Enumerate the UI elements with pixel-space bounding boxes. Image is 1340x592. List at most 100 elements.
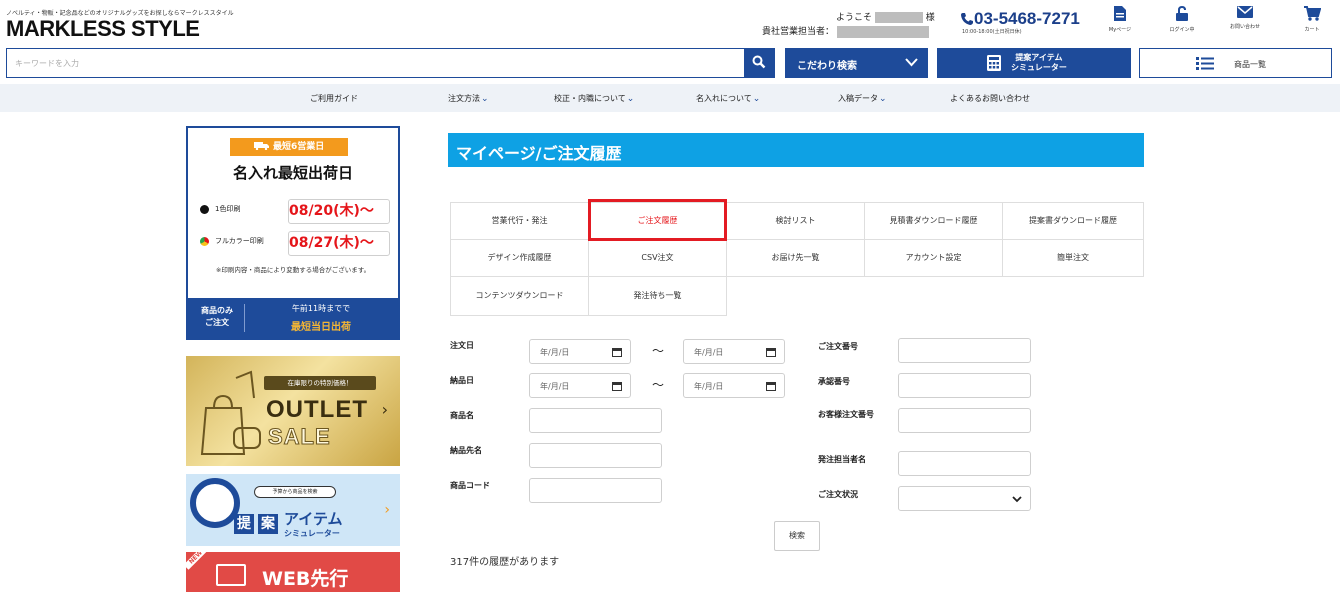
tab-label: 見積書ダウンロード履歴 (889, 216, 978, 225)
tab-label: お届け先一覧 (771, 253, 820, 262)
range-tilde: 〜 (652, 378, 665, 392)
product-list-button[interactable]: 商品一覧 (1139, 48, 1332, 78)
teian-simulator-text: シミュレーター (284, 529, 340, 538)
order-no-input[interactable] (898, 338, 1031, 363)
main-nav: ご利用ガイド 注文方法⌄ 校正・内職について⌄ 名入れについて⌄ 入稿データ⌄ … (0, 84, 1340, 112)
outlet-banner[interactable]: 在庫限りの特別価格！ OUTLET SALE › (186, 356, 400, 466)
tab-label: 提案書ダウンロード履歴 (1029, 216, 1117, 225)
simulator-button[interactable]: 提案アイテム シミュレーター (937, 48, 1131, 78)
same-day-shipping[interactable]: 商品のみご注文 午前11時までで 最短当日出荷 (188, 298, 398, 338)
label-delivery-date: 納品日 (450, 376, 474, 385)
teian-bubble: 予算から商品を検索 (254, 486, 336, 498)
order-person-input[interactable] (898, 451, 1031, 476)
tab-consider-list[interactable]: 検討リスト (726, 202, 865, 240)
shipping-date-box: 最短6営業日 名入れ最短出荷日 1色印刷 08/20(木)〜 フルカラー印刷 0… (186, 126, 400, 340)
nav-order-method[interactable]: 注文方法⌄ (448, 93, 489, 104)
tab-estimate-downloads[interactable]: 見積書ダウンロード履歴 (864, 202, 1003, 240)
phone-number[interactable]: 03-5468-7271 (960, 9, 1080, 29)
cart-link[interactable]: カート (1292, 6, 1332, 33)
chevron-down-icon (905, 58, 918, 67)
result-count: 317件の履歴があります (450, 557, 560, 568)
nav-guide-label: ご利用ガイド (310, 94, 358, 103)
search-icon (752, 55, 766, 68)
date-placeholder: 年/月/日 (694, 348, 724, 357)
mypage-tabs: 営業代行・発注 ご注文履歴 検討リスト 見積書ダウンロード履歴 提案書ダウンロー… (450, 202, 1144, 316)
row-label: 1色印刷 (215, 205, 241, 213)
chevron-down-icon: ⌄ (752, 94, 761, 104)
chevron-down-icon: ⌄ (879, 94, 887, 104)
nav-naire[interactable]: 名入れについて⌄ (696, 93, 760, 104)
cart-label: カート (1304, 27, 1320, 33)
order-status-select[interactable] (898, 486, 1031, 511)
web-banner-title: WEB先行 (262, 568, 349, 590)
tab-sales-agency[interactable]: 営業代行・発注 (450, 202, 589, 240)
label-order-date: 注文日 (450, 341, 474, 350)
tab-delivery-addresses[interactable]: お届け先一覧 (726, 239, 865, 277)
black-dot-icon (200, 204, 209, 214)
chevron-right-icon: › (381, 400, 388, 419)
date-placeholder: 年/月/日 (694, 382, 724, 391)
search-input[interactable] (7, 49, 743, 77)
order-date-from[interactable]: 年/月/日 (529, 339, 631, 364)
tab-label: 発注待ち一覧 (633, 291, 682, 300)
outlet-tag: 在庫限りの特別価格！ (264, 376, 376, 390)
username-redacted (874, 12, 923, 23)
teian-kanji-2: 案 (258, 514, 278, 534)
chevron-down-icon: ⌄ (626, 94, 635, 104)
delivery-date-to[interactable]: 年/月/日 (683, 373, 785, 398)
kodawari-search-dropdown[interactable]: こだわり検索 (785, 48, 928, 78)
tab-content-download[interactable]: コンテンツダウンロード (450, 276, 589, 316)
tab-label: CSV注文 (641, 253, 674, 262)
shipping-row-fullcolor: フルカラー印刷 08/27(木)〜 (200, 231, 390, 256)
search-submit-button[interactable]: 検索 (774, 521, 820, 551)
approval-no-input[interactable] (898, 373, 1031, 398)
phone-icon (961, 13, 973, 25)
goods-only-label: 商品のみ ご注文 (194, 305, 240, 329)
logo[interactable]: MARKLESS STYLE (6, 16, 200, 42)
tab-design-history[interactable]: デザイン作成履歴 (450, 239, 589, 277)
contact-link[interactable]: お問い合わせ (1225, 6, 1265, 30)
mypage-link[interactable]: Myページ (1100, 6, 1140, 33)
nav-faq[interactable]: よくあるお問い合わせ (950, 93, 1030, 104)
chevron-down-icon: ⌄ (481, 94, 489, 104)
page-title-bar: マイページ/ご注文履歴 (448, 133, 1144, 167)
search-button[interactable] (744, 49, 774, 77)
simulator-label-2: シミュレーター (1011, 63, 1067, 72)
order-date-to[interactable]: 年/月/日 (683, 339, 785, 364)
label-order-person: 発注担当者名 (818, 455, 866, 464)
simulator-banner[interactable]: 予算から商品を検索 提 案 アイテム シミュレーター › (186, 474, 400, 546)
nav-proof[interactable]: 校正・内職について⌄ (554, 93, 634, 104)
same-day-text: 最短当日出荷 (291, 322, 351, 333)
tab-proposal-downloads[interactable]: 提案書ダウンロード履歴 (1002, 202, 1144, 240)
tab-easy-order[interactable]: 簡単注文 (1002, 239, 1144, 277)
mail-icon (1237, 6, 1253, 18)
shipping-badge-text: 最短6営業日 (272, 142, 325, 152)
deadline-text: 午前11時までで (291, 304, 351, 313)
nav-guide[interactable]: ご利用ガイド (310, 93, 358, 104)
product-name-input[interactable] (529, 408, 662, 433)
customer-order-no-input[interactable] (898, 408, 1031, 433)
nav-data[interactable]: 入稿データ⌄ (838, 93, 887, 104)
search-bar (6, 48, 775, 78)
delivery-name-input[interactable] (529, 443, 662, 468)
teian-kanji-1: 提 (234, 514, 254, 534)
tab-pending-orders[interactable]: 発注待ち一覧 (588, 276, 727, 316)
calculator-icon (987, 55, 1001, 71)
delivery-date-from[interactable]: 年/月/日 (529, 373, 631, 398)
tab-account-settings[interactable]: アカウント設定 (864, 239, 1003, 277)
welcome-text: ようこそ 様 (836, 10, 935, 23)
lock-icon (1176, 6, 1188, 21)
tab-csv-order[interactable]: CSV注文 (588, 239, 727, 277)
tab-label: アカウント設定 (905, 253, 962, 262)
row-date: 08/20(木)〜 (288, 199, 390, 224)
login-label: ログイン中 (1169, 27, 1195, 33)
divider (244, 304, 245, 332)
goods-only-1: 商品のみ (201, 306, 233, 315)
goods-only-2: ご注文 (205, 318, 229, 327)
tab-label: 検討リスト (775, 216, 816, 225)
chevron-down-icon (1012, 496, 1022, 503)
product-code-input[interactable] (529, 478, 662, 503)
web-banner[interactable]: NEW WEB先行 (186, 552, 400, 592)
login-link[interactable]: ログイン中 (1162, 6, 1202, 33)
truck-icon (253, 142, 269, 151)
